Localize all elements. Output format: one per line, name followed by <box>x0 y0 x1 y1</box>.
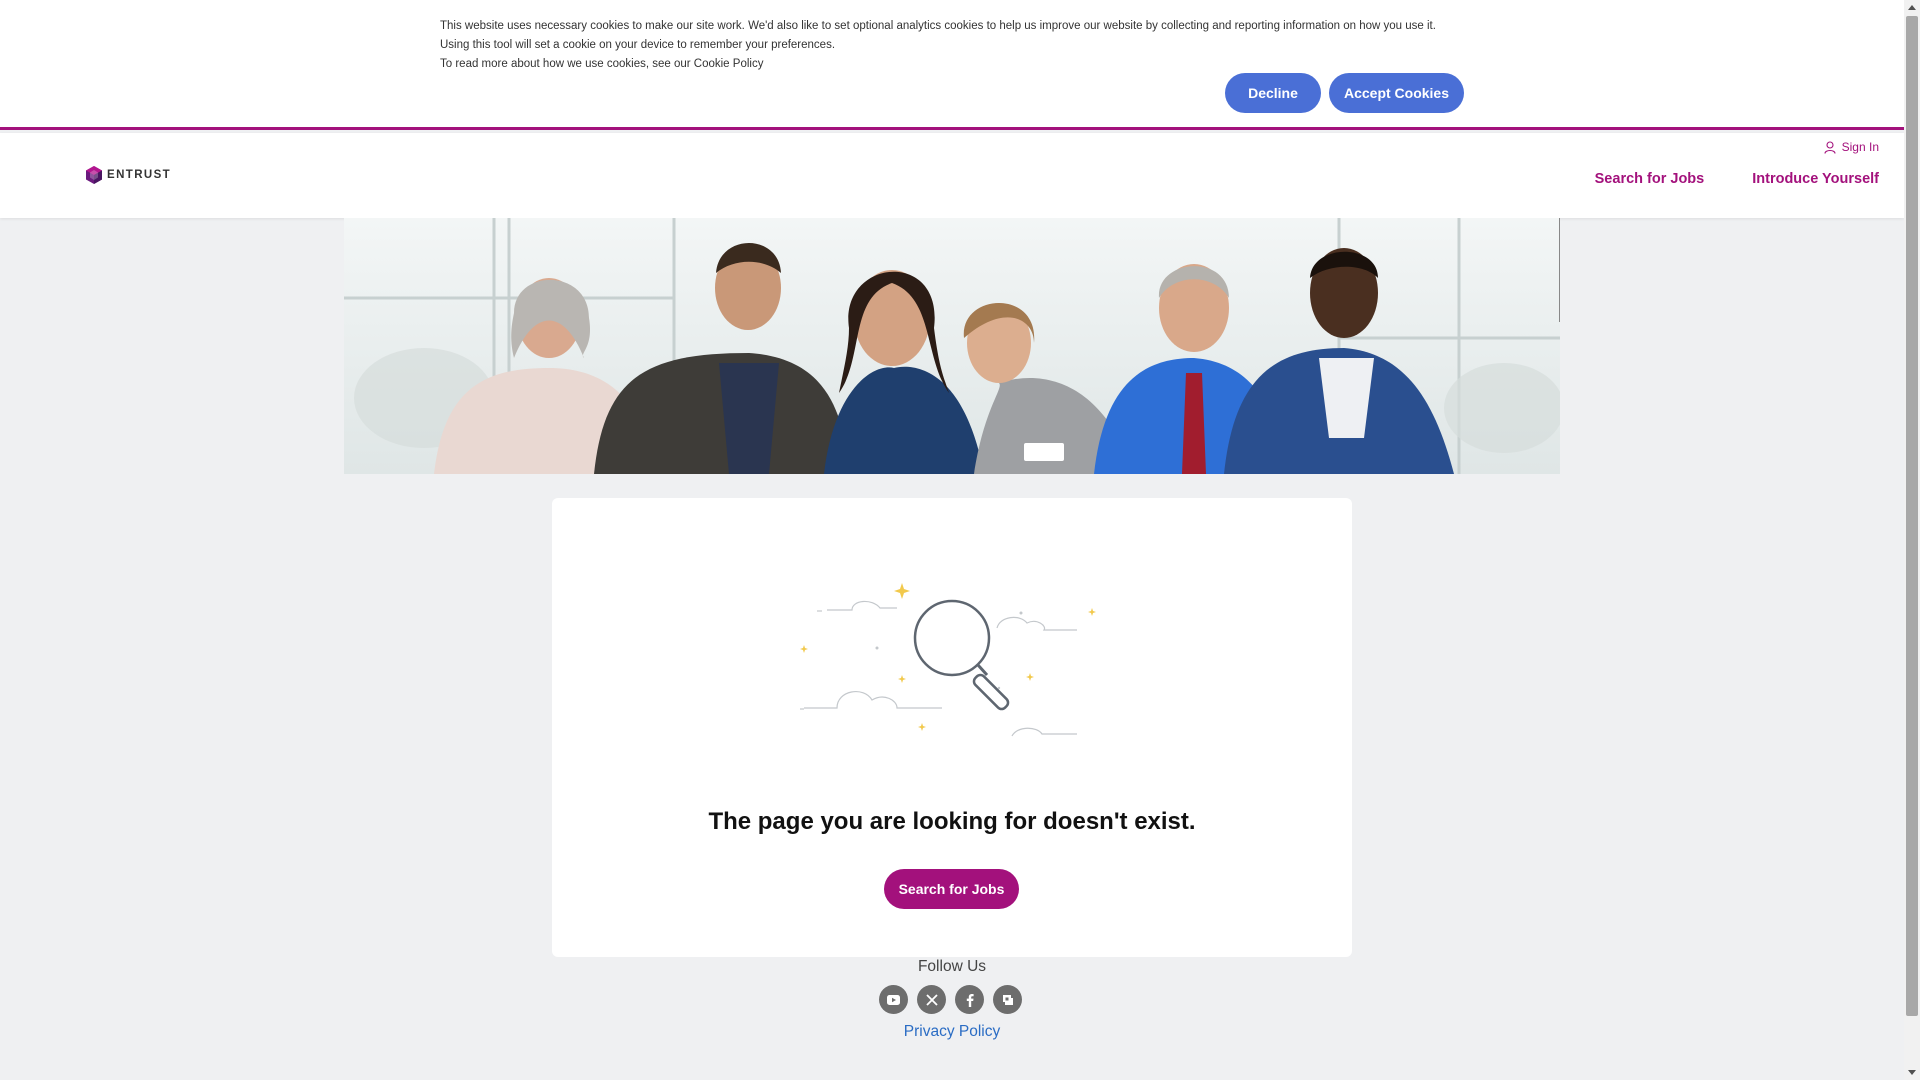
logo-text: ENTRUST <box>107 169 172 181</box>
nav-search-for-jobs[interactable]: Search for Jobs <box>1595 171 1705 187</box>
cookie-text-line2: To read more about how we use cookies, s… <box>440 55 1460 74</box>
cookie-banner: This website uses necessary cookies to m… <box>0 0 1904 130</box>
facebook-icon[interactable] <box>955 985 984 1014</box>
entrust-hexagon-icon <box>86 166 102 184</box>
youtube-icon[interactable] <box>879 985 908 1014</box>
x-icon[interactable] <box>917 985 946 1014</box>
cookie-text-prefix: To read more about how we use cookies, s… <box>440 58 694 70</box>
magnifier-illustration <box>800 583 1096 737</box>
sign-in-label: Sign In <box>1841 140 1879 154</box>
accept-cookies-button[interactable]: Accept Cookies <box>1329 73 1464 113</box>
nav-introduce-yourself[interactable]: Introduce Yourself <box>1752 171 1879 187</box>
glassdoor-icon[interactable] <box>993 985 1022 1014</box>
search-for-jobs-button[interactable]: Search for Jobs <box>884 869 1019 909</box>
sign-in-link[interactable]: Sign In <box>1824 140 1879 154</box>
hero-divider <box>1559 218 1560 322</box>
privacy-policy-link[interactable]: Privacy Policy <box>0 1023 1904 1041</box>
page-scrollbar[interactable] <box>1904 0 1920 1080</box>
social-links <box>879 985 1022 1014</box>
main-nav: Search for Jobs Introduce Yourself <box>1595 171 1879 187</box>
follow-us-label: Follow Us <box>917 958 987 975</box>
cookie-policy-link[interactable]: Cookie Policy <box>694 58 764 70</box>
scroll-thumb[interactable] <box>1906 16 1918 1016</box>
cookie-message: This website uses necessary cookies to m… <box>440 17 1460 74</box>
decline-button[interactable]: Decline <box>1225 73 1321 113</box>
not-found-card: The page you are looking for doesn't exi… <box>552 498 1352 957</box>
page-title: The page you are looking for doesn't exi… <box>708 808 1196 835</box>
site-header: ENTRUST Sign In Search for Jobs Introduc… <box>0 133 1904 218</box>
hero-team-photo <box>344 218 1560 474</box>
cookie-text-line1: This website uses necessary cookies to m… <box>440 20 1436 51</box>
entrust-logo[interactable]: ENTRUST <box>85 165 171 185</box>
scroll-up-arrow-icon[interactable] <box>1908 5 1916 10</box>
user-icon <box>1824 140 1836 154</box>
scroll-down-arrow-icon[interactable] <box>1908 1070 1916 1075</box>
